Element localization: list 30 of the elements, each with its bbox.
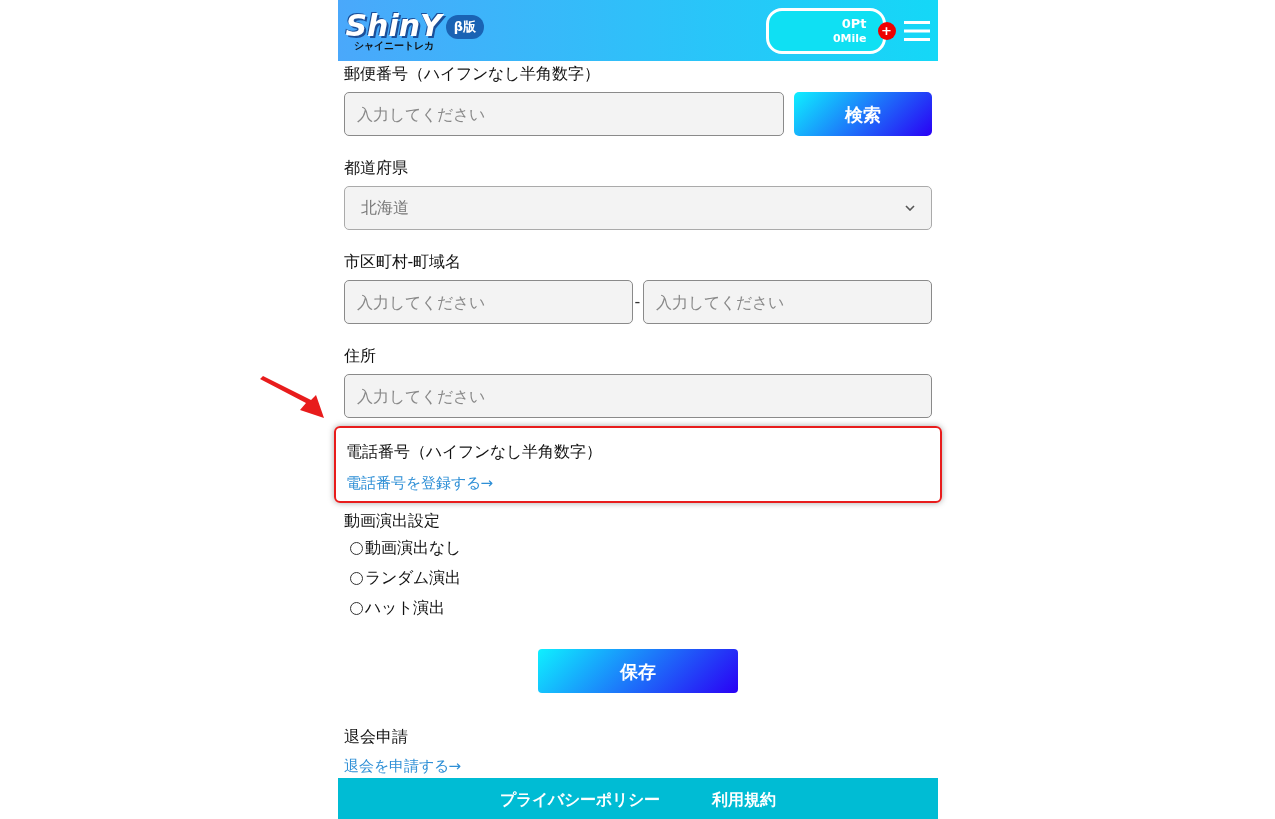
- beta-badge: β版: [445, 15, 485, 39]
- footer-link[interactable]: プライバシーポリシー: [499, 787, 660, 812]
- field-label: 郵便番号（ハイフンなし半角数字）: [343, 63, 601, 85]
- footer-link[interactable]: 利用規約: [711, 787, 776, 812]
- radio-label: 動画演出なし: [364, 537, 461, 559]
- search-button[interactable]: 検索: [793, 92, 932, 136]
- logo[interactable]: ShinY シャイニートレカ β版: [345, 10, 485, 51]
- prefecture-select[interactable]: 北海道: [343, 186, 932, 230]
- separator-text: -: [633, 291, 642, 313]
- radio-label: ハット演出: [364, 597, 445, 619]
- town-field[interactable]: 入力してください: [642, 280, 932, 324]
- address-field[interactable]: 入力してください: [343, 374, 932, 418]
- field-label: 退会申請: [343, 726, 409, 748]
- field-label: 住所: [343, 345, 377, 367]
- radio-label: ランダム演出: [364, 567, 461, 589]
- logo-subtitle: シャイニートレカ: [353, 40, 434, 51]
- logo-wordmark: ShinY: [345, 10, 442, 41]
- postal-code-field[interactable]: 入力してください: [343, 92, 784, 136]
- field-label: 電話番号（ハイフンなし半角数字）: [345, 441, 603, 463]
- field-label: 市区町村-町域名: [343, 251, 463, 273]
- points-text: 0Pt: [841, 15, 867, 32]
- miles-text: 0Mile: [832, 31, 867, 46]
- city-field[interactable]: 入力してください: [343, 280, 633, 324]
- field-label: 都道府県: [343, 157, 409, 179]
- register-phone-link[interactable]: 電話番号を登録する→: [345, 472, 494, 495]
- withdraw-link[interactable]: 退会を申請する→: [343, 755, 462, 778]
- save-button[interactable]: 保存: [537, 649, 738, 693]
- annotation-arrow: [260, 376, 326, 420]
- chevron-down-icon: [904, 205, 915, 211]
- field-label: 動画演出設定: [343, 510, 441, 532]
